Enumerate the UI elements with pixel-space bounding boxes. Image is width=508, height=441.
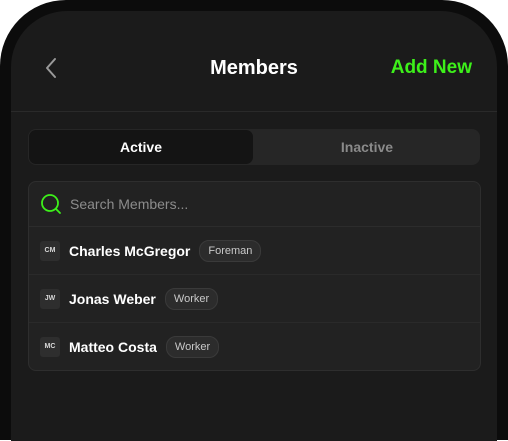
member-name: Jonas Weber [69,290,156,307]
avatar: JW [40,288,60,309]
tab-inactive[interactable]: Inactive [255,130,479,164]
role-badge: Foreman [199,239,262,262]
member-name: Charles McGregor [69,242,191,259]
app-screen: Members Add New Active Inactive CM Charl… [11,11,497,441]
member-row[interactable]: JW Jonas Weber Worker [29,274,480,322]
header-divider [11,111,497,112]
header: Members Add New [11,11,497,111]
search-bar [29,182,480,227]
role-badge: Worker [164,287,219,310]
status-segmented-control: Active Inactive [28,129,480,165]
add-new-button[interactable]: Add New [391,57,472,79]
member-row[interactable]: MC Matteo Costa Worker [29,322,480,370]
search-icon [41,194,61,214]
avatar: MC [40,336,60,357]
phone-frame: Members Add New Active Inactive CM Charl… [0,0,508,441]
members-card: CM Charles McGregor Foreman JW Jonas Web… [28,181,481,371]
avatar: CM [40,240,60,261]
search-input[interactable] [68,195,480,213]
member-row[interactable]: CM Charles McGregor Foreman [29,227,480,274]
tab-active[interactable]: Active [29,130,253,164]
role-badge: Worker [165,335,220,358]
member-name: Matteo Costa [69,338,157,355]
